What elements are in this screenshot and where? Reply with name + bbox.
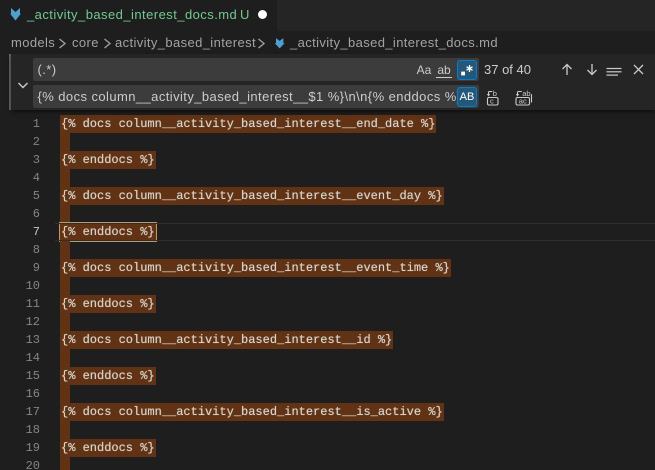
svg-text:ac: ac (519, 97, 527, 106)
svg-text:c: c (490, 97, 494, 106)
